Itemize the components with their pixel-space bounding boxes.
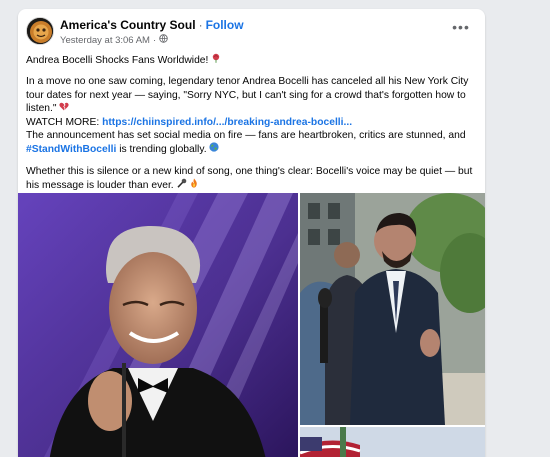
globe-emoji-icon [209,142,220,155]
more-options-icon[interactable]: ••• [449,19,473,41]
headline-text: Andrea Bocelli Shocks Fans Worldwide! [26,55,209,66]
post-photo-main[interactable] [18,193,298,457]
post-media-grid [18,193,485,457]
post-photo-tertiary[interactable] [300,427,485,457]
page-avatar[interactable] [26,17,54,45]
post-photo-secondary[interactable] [300,193,485,425]
watch-more-label: WATCH MORE: [26,116,100,128]
post-card: America's Country Soul · Follow Yesterday … [18,9,485,457]
fire-icon [189,178,199,191]
post-header: America's Country Soul · Follow Yesterday … [26,17,477,51]
paragraph-3-text: Whether this is silence or a new kind of… [26,165,473,192]
post-timestamp[interactable]: Yesterday at 3:06 AM [60,35,150,46]
name-separator: · [198,18,203,32]
page-name[interactable]: America's Country Soul [60,18,196,32]
paragraph-2-end: is trending globally. [119,144,207,156]
microphone-icon [177,178,190,191]
page-name-row: America's Country Soul · Follow [60,18,244,32]
hashtag-link[interactable]: #StandWithBocelli [26,144,116,155]
watch-more-line: WATCH MORE: https://chiinspired.info/...… [26,116,481,129]
paragraph-1-text: In a move no one saw coming, legendary t… [26,76,469,115]
post-paragraph-2: The announcement has set social media on… [26,129,481,157]
post-paragraph-3: Whether this is silence or a new kind of… [26,165,481,193]
post-text: Andrea Bocelli Shocks Fans Worldwide! In… [26,53,481,193]
post-meta: Yesterday at 3:06 AM · [60,34,168,46]
rose-icon [211,53,221,66]
post-paragraph-1: In a move no one saw coming, legendary t… [26,75,481,115]
watch-more-link[interactable]: https://chiinspired.info/.../breaking-an… [102,117,352,128]
paragraph-2-text: The announcement has set social media on… [26,130,466,142]
broken-heart-icon [59,102,70,114]
post-headline: Andrea Bocelli Shocks Fans Worldwide! [26,53,481,67]
meta-separator: · [152,34,157,46]
follow-button[interactable]: Follow [206,18,244,32]
globe-icon[interactable] [159,34,168,46]
